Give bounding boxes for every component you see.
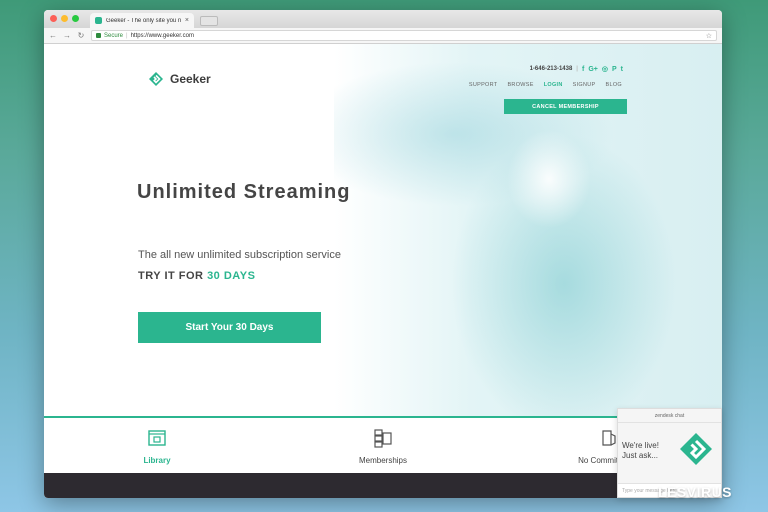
hero-headline: Unlimited Streaming: [137, 181, 351, 203]
memberships-icon: [374, 429, 392, 448]
divider: |: [576, 66, 578, 72]
geeker-favicon-icon: [95, 17, 102, 24]
feature-memberships[interactable]: Memberships: [270, 418, 496, 473]
bookmark-star-icon[interactable]: ☆: [706, 32, 712, 40]
geeker-chat-logo-icon: [680, 433, 712, 465]
url-input[interactable]: Secure | https://www.geeker.com ☆: [91, 30, 717, 41]
feature-library[interactable]: Library: [44, 418, 270, 478]
url-separator: |: [126, 32, 128, 39]
start-trial-button[interactable]: Start Your 30 Days: [138, 312, 321, 343]
forward-icon[interactable]: →: [63, 31, 71, 40]
chat-message: We're live! Just ask...: [622, 441, 659, 461]
cancel-membership-button[interactable]: CANCEL MEMBERSHIP: [504, 99, 627, 114]
brand-name: Geeker: [170, 72, 211, 86]
contact-row: 1-646-213-1438 | f G+ ◎ P t: [529, 65, 623, 74]
nav-browse[interactable]: BROWSE: [507, 82, 533, 88]
reload-icon[interactable]: ↻: [77, 31, 85, 40]
phone-number: 1-646-213-1438: [529, 66, 573, 72]
feature-label: Memberships: [358, 456, 407, 465]
geeker-logo-icon: [149, 72, 163, 86]
new-tab-button[interactable]: [200, 16, 218, 26]
instagram-icon[interactable]: ◎: [602, 65, 608, 73]
lesvirus-watermark-logo: LESVIRUS: [658, 484, 733, 500]
url-text: https://www.geeker.com: [130, 32, 194, 39]
nav-login[interactable]: LOGIN: [544, 82, 563, 88]
google-plus-icon[interactable]: G+: [588, 66, 598, 73]
chat-message-line: We're live!: [622, 441, 659, 450]
back-icon[interactable]: ←: [49, 31, 57, 40]
maximize-window-button[interactable]: [72, 15, 79, 22]
tab-title: Geeker - The only site you ne...: [106, 17, 181, 24]
feature-label: Library: [143, 456, 171, 465]
chat-title: zendesk chat: [618, 409, 721, 423]
pinterest-icon[interactable]: P: [612, 66, 617, 73]
top-navigation: SUPPORT BROWSE LOGIN SIGNUP BLOG: [469, 82, 622, 88]
tab-close-icon[interactable]: ×: [185, 17, 189, 24]
address-bar: ← → ↻ Secure | https://www.geeker.com ☆: [44, 28, 722, 44]
trial-prefix: TRY IT FOR: [138, 270, 204, 282]
lock-icon: [96, 33, 101, 38]
browser-titlebar: Geeker - The only site you ne... ×: [44, 10, 722, 28]
trial-highlight: 30 DAYS: [207, 270, 256, 282]
close-window-button[interactable]: [50, 15, 57, 22]
nav-blog[interactable]: BLOG: [606, 82, 622, 88]
browser-tab[interactable]: Geeker - The only site you ne... ×: [90, 13, 194, 28]
secure-label: Secure: [104, 32, 124, 39]
hero-subline: The all new unlimited subscription servi…: [138, 249, 341, 261]
chat-message-line: Just ask...: [622, 451, 659, 460]
minimize-window-button[interactable]: [61, 15, 68, 22]
facebook-icon[interactable]: f: [582, 66, 584, 73]
trial-offer: TRY IT FOR 30 DAYS: [138, 270, 255, 282]
library-icon: [148, 430, 166, 446]
nav-signup[interactable]: SIGNUP: [573, 82, 596, 88]
no-commitments-icon: [602, 430, 616, 446]
window-controls: [50, 15, 79, 22]
site-logo[interactable]: Geeker: [148, 71, 211, 87]
twitter-icon[interactable]: t: [621, 66, 623, 73]
nav-support[interactable]: SUPPORT: [469, 82, 498, 88]
